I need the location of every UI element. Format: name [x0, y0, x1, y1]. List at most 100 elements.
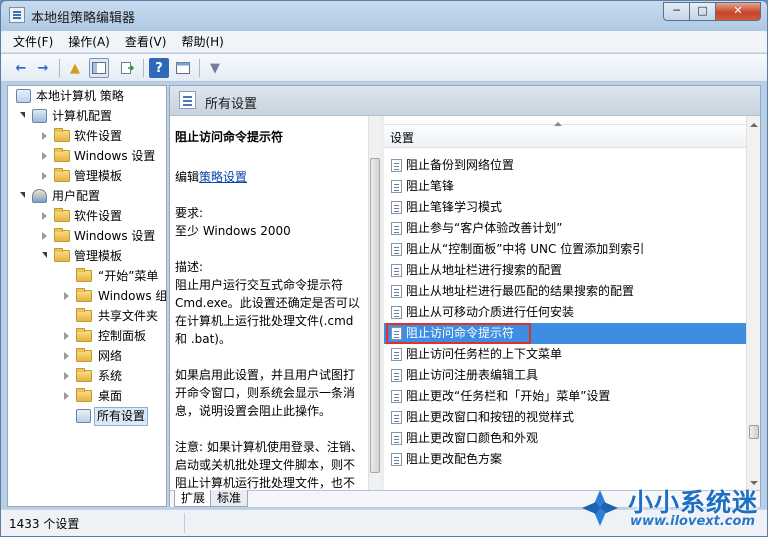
properties-icon[interactable]: [173, 58, 193, 78]
forward-arrow-icon[interactable]: →: [33, 58, 53, 78]
policy-setting-icon: [391, 453, 402, 466]
collapsed-arrow-icon[interactable]: [64, 372, 69, 380]
folder-icon: [54, 248, 70, 262]
export-list-icon[interactable]: [117, 58, 137, 78]
setting-row-selected[interactable]: 阻止访问命令提示符: [384, 323, 746, 344]
window-title: 本地组策略编辑器: [31, 11, 136, 26]
setting-row[interactable]: 阻止访问注册表编辑工具: [384, 365, 746, 386]
tab-standard[interactable]: 标准: [210, 490, 249, 507]
policy-setting-icon: [391, 432, 402, 445]
folder-icon: [76, 348, 92, 362]
menu-file[interactable]: 文件(F): [13, 33, 53, 50]
status-separator: [184, 513, 185, 533]
help-icon[interactable]: ?: [149, 58, 169, 78]
setting-row[interactable]: 阻止参与“客户体验改善计划”: [384, 218, 746, 239]
menu-view[interactable]: 查看(V): [125, 33, 167, 50]
description-scrollbar[interactable]: [368, 116, 380, 490]
up-folder-icon[interactable]: ▲: [65, 58, 85, 78]
menu-help[interactable]: 帮助(H): [181, 33, 223, 50]
settings-scroll-thumb[interactable]: [749, 425, 759, 439]
toolbar-separator: [143, 59, 144, 77]
setting-row[interactable]: 阻止访问任务栏的上下文菜单: [384, 344, 746, 365]
computer-icon: [32, 109, 47, 123]
setting-row[interactable]: 阻止备份到网络位置: [384, 155, 746, 176]
maximize-button[interactable]: □: [690, 2, 716, 21]
title-bar[interactable]: 本地组策略编辑器 ─ □ ✕: [1, 1, 767, 29]
toolbar-separator: [59, 59, 60, 77]
user-icon: [32, 189, 47, 203]
requirements: 要求: 至少 Windows 2000: [175, 206, 291, 238]
tab-extended[interactable]: 扩展: [174, 490, 213, 507]
highlight-box: [386, 323, 531, 344]
setting-row[interactable]: 阻止从可移动介质进行任何安装: [384, 302, 746, 323]
setting-row[interactable]: 阻止从地址栏进行搜索的配置: [384, 260, 746, 281]
close-button[interactable]: ✕: [716, 2, 761, 21]
setting-row[interactable]: 阻止从“控制面板”中将 UNC 位置添加到索引: [384, 239, 746, 260]
collapsed-arrow-icon[interactable]: [42, 152, 47, 160]
settings-scrollbar[interactable]: [746, 116, 760, 490]
folder-icon: [54, 128, 70, 142]
collapsed-arrow-icon[interactable]: [64, 292, 69, 300]
gpedit-window: 本地组策略编辑器 ─ □ ✕ 文件(F) 操作(A) 查看(V) 帮助(H) ←…: [0, 0, 768, 537]
folder-icon: [54, 168, 70, 182]
policy-setting-icon: [391, 264, 402, 277]
policy-setting-icon: [391, 348, 402, 361]
expanded-arrow-icon[interactable]: [42, 252, 47, 258]
folder-icon: [54, 148, 70, 162]
expanded-arrow-icon[interactable]: [20, 192, 25, 198]
setting-row[interactable]: 阻止更改“任务栏和「开始」菜单”设置: [384, 386, 746, 407]
folder-icon: [76, 268, 92, 282]
menu-action[interactable]: 操作(A): [68, 33, 110, 50]
policy-setting-icon: [391, 243, 402, 256]
details-pane: 所有设置 阻止访问命令提示符 编辑策略设置 要求: 至少 Windows 2000…: [169, 85, 761, 507]
folder-icon: [54, 208, 70, 222]
setting-row[interactable]: 阻止从地址栏进行最匹配的结果搜索的配置: [384, 281, 746, 302]
policy-setting-icon: [391, 411, 402, 424]
all-settings-icon: [76, 409, 91, 423]
collapsed-arrow-icon[interactable]: [64, 352, 69, 360]
settings-list: 设置 阻止备份到网络位置 阻止笔锋 阻止笔锋学习模式 阻止参与“客户体验改善计划…: [384, 116, 746, 490]
back-arrow-icon[interactable]: ←: [11, 58, 31, 78]
sort-ascending-icon: [554, 122, 562, 126]
policy-setting-icon: [391, 306, 402, 319]
minimize-button[interactable]: ─: [663, 2, 690, 21]
policy-setting-icon: [391, 390, 402, 403]
folder-icon: [76, 368, 92, 382]
console-tree: 本地计算机 策略 计算机配置 软件设置 Windows 设置 管理模板 用户配置: [7, 85, 167, 507]
description-scroll-thumb[interactable]: [370, 158, 380, 473]
app-icon: [9, 7, 25, 23]
folder-icon: [76, 308, 92, 322]
edit-policy-line: 编辑策略设置: [175, 170, 248, 184]
setting-row[interactable]: 阻止更改配色方案: [384, 449, 746, 470]
setting-row[interactable]: 阻止更改窗口和按钮的视觉样式: [384, 407, 746, 428]
details-title: 所有设置: [205, 97, 258, 112]
collapsed-arrow-icon[interactable]: [64, 332, 69, 340]
description-note: 注意: 如果计算机使用登录、注销、启动或关机批处理文件脚本，则不阻止计算机运行批…: [175, 440, 363, 490]
collapsed-arrow-icon[interactable]: [42, 172, 47, 180]
show-hide-tree-icon[interactable]: [89, 58, 109, 78]
folder-icon: [76, 388, 92, 402]
folder-icon: [54, 228, 70, 242]
folder-icon: [76, 328, 92, 342]
scroll-up-icon[interactable]: [750, 123, 758, 127]
watermark: 小小系统迷 www.ilovext.com: [572, 480, 768, 537]
details-header: 所有设置: [170, 86, 760, 116]
collapsed-arrow-icon[interactable]: [42, 132, 47, 140]
collapsed-arrow-icon[interactable]: [42, 232, 47, 240]
filter-icon[interactable]: ▼: [205, 58, 225, 78]
expanded-arrow-icon[interactable]: [20, 112, 25, 118]
policy-setting-icon: [391, 285, 402, 298]
policy-setting-icon: [391, 159, 402, 172]
policy-setting-icon: [391, 201, 402, 214]
toolbar: ← → ▲ ? ▼: [1, 54, 767, 82]
setting-row[interactable]: 阻止笔锋: [384, 176, 746, 197]
toolbar-separator: [199, 59, 200, 77]
collapsed-arrow-icon[interactable]: [64, 392, 69, 400]
collapsed-arrow-icon[interactable]: [42, 212, 47, 220]
settings-column-header[interactable]: 设置: [384, 122, 746, 148]
watermark-url: www.ilovext.com: [630, 514, 755, 529]
setting-row[interactable]: 阻止笔锋学习模式: [384, 197, 746, 218]
setting-row[interactable]: 阻止更改窗口颜色和外观: [384, 428, 746, 449]
status-count: 1433 个设置: [9, 517, 80, 531]
edit-policy-link[interactable]: 策略设置: [199, 170, 247, 184]
